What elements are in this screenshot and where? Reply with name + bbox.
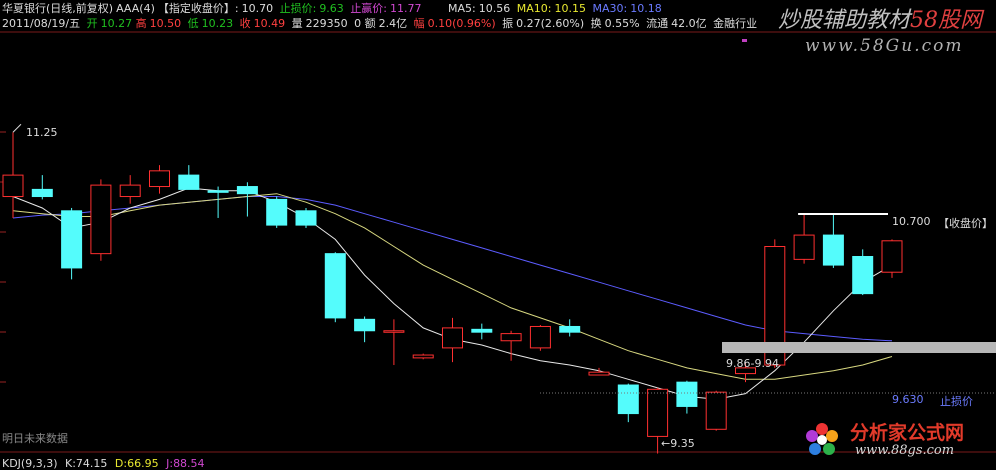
candle-body-17 xyxy=(500,333,522,342)
kdj-label: KDJ(9,3,3) xyxy=(2,457,58,470)
candle-body-5 xyxy=(149,170,170,188)
candle-body-11 xyxy=(324,253,346,319)
candle-6 xyxy=(178,165,200,190)
candle-16 xyxy=(471,323,493,340)
candle-body-19 xyxy=(559,325,581,333)
j-value: 88.54 xyxy=(173,457,205,470)
candle-30 xyxy=(881,239,903,278)
k-value: 74.15 xyxy=(75,457,108,470)
watermark-bottom: 分析家公式网 xyxy=(850,422,965,444)
candle-27 xyxy=(793,213,815,264)
candle-12 xyxy=(354,316,376,343)
candlestick-chart xyxy=(0,31,996,454)
candle-body-15 xyxy=(442,327,463,349)
candle-body-9 xyxy=(266,198,288,226)
candle-body-24 xyxy=(705,391,727,430)
watermark-bottom-url: www.88gs.com xyxy=(855,443,955,458)
chart-overlays xyxy=(12,123,996,394)
candle-29 xyxy=(852,249,874,296)
d-value: 66.95 xyxy=(127,457,159,470)
stock-chart-window: { "header": { "stock_name": "华夏银行(日线,前复权… xyxy=(0,0,996,470)
candle-body-21 xyxy=(617,384,639,415)
candle-28 xyxy=(822,213,844,268)
candle-17 xyxy=(500,330,522,361)
candle-1 xyxy=(31,175,53,200)
range-label: 9.86-9.94 xyxy=(726,357,779,370)
candle-body-29 xyxy=(852,256,874,295)
candle-8 xyxy=(236,182,258,217)
candle-body-16 xyxy=(471,328,493,333)
candle-15 xyxy=(442,317,463,363)
candle-24 xyxy=(705,390,727,431)
stop-loss-line-value: 9.630 xyxy=(892,393,924,406)
candle-4 xyxy=(119,175,141,204)
candle-body-8 xyxy=(236,186,258,195)
candle-body-7 xyxy=(207,190,229,193)
candle-series xyxy=(2,132,903,454)
low-price-label: ←9.35 xyxy=(661,437,695,450)
candle-body-2 xyxy=(61,210,83,269)
candle-body-20 xyxy=(588,371,610,376)
candle-body-18 xyxy=(529,325,551,349)
range-band xyxy=(722,342,996,353)
candle-23 xyxy=(676,380,698,414)
candle-body-30 xyxy=(881,240,903,273)
candle-5 xyxy=(149,165,170,194)
candle-body-1 xyxy=(31,188,53,198)
high-price-label: 11.25 xyxy=(26,126,58,139)
candle-body-3 xyxy=(90,184,112,255)
candle-7 xyxy=(207,186,229,218)
candle-body-10 xyxy=(295,210,317,226)
candle-body-12 xyxy=(354,318,376,332)
candle-11 xyxy=(324,252,346,323)
candle-13 xyxy=(383,319,405,366)
stop-loss-line-label: 止损价 xyxy=(940,395,973,408)
high-marker xyxy=(12,123,22,133)
k-label: K: xyxy=(65,457,76,470)
kdj-indicator-bar: KDJ(9,3,3) K:74.15 D:66.95 J:88.54 xyxy=(2,457,209,470)
future-data-caption: 明日未来数据 xyxy=(2,432,68,445)
candle-3 xyxy=(90,179,112,261)
candle-body-23 xyxy=(676,381,698,407)
candle-14 xyxy=(412,353,434,360)
candle-body-4 xyxy=(119,184,141,198)
candle-body-14 xyxy=(412,354,434,359)
chart-grid xyxy=(0,31,996,453)
candle-0 xyxy=(2,132,24,218)
candle-body-22 xyxy=(647,388,669,437)
candle-18 xyxy=(529,325,551,351)
candle-10 xyxy=(295,207,317,228)
close-line-value: 10.700 xyxy=(892,215,931,228)
candle-body-13 xyxy=(383,330,405,333)
candle-19 xyxy=(559,319,581,337)
candle-body-6 xyxy=(178,174,200,190)
candle-body-28 xyxy=(822,234,844,266)
candle-9 xyxy=(266,196,288,228)
d-label: D: xyxy=(114,457,128,470)
candle-2 xyxy=(61,207,83,280)
low-price-value: 9.35 xyxy=(670,437,695,450)
candle-body-27 xyxy=(793,234,815,260)
flower-logo-icon xyxy=(806,423,838,455)
candle-21 xyxy=(617,383,639,423)
close-line-label: 【收盘价】 xyxy=(938,217,993,230)
candle-body-0 xyxy=(2,174,24,198)
